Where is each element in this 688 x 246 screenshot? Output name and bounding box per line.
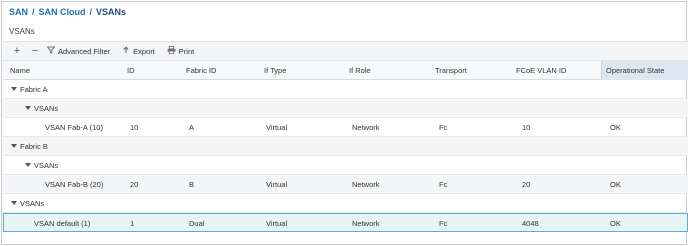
tree-row-vsans[interactable]: VSANs bbox=[3, 194, 688, 213]
cell-id: 1 bbox=[130, 219, 135, 228]
breadcrumb-vsans: VSANs bbox=[96, 7, 127, 17]
toolbar: + − Advanced Filter Export Print bbox=[3, 41, 688, 61]
row-name: VSANs bbox=[34, 161, 59, 170]
row-name: VSANs bbox=[34, 104, 59, 113]
table-row-selected[interactable]: VSAN default (1) 1 Dual Virtual Network … bbox=[3, 213, 688, 232]
advanced-filter-label: Advanced Filter bbox=[58, 46, 111, 56]
cell-id: 10 bbox=[130, 123, 139, 132]
export-label: Export bbox=[133, 46, 155, 56]
section-title: VSANs bbox=[9, 27, 35, 36]
cell-if-type: Virtual bbox=[266, 219, 288, 228]
tree-row-fabric-b[interactable]: Fabric B bbox=[3, 137, 688, 156]
row-name: Fabric B bbox=[20, 142, 48, 151]
column-header-if-type[interactable]: If Type bbox=[264, 61, 344, 80]
plus-icon: + bbox=[13, 44, 21, 57]
breadcrumb: SAN / SAN Cloud / VSANs bbox=[9, 6, 126, 18]
cell-operational-state: OK bbox=[610, 219, 621, 228]
caret-down-icon[interactable] bbox=[11, 87, 17, 92]
cell-operational-state: OK bbox=[610, 123, 621, 132]
cell-name: VSAN Fab-A (10) bbox=[45, 123, 103, 132]
cell-if-role: Network bbox=[352, 180, 380, 189]
cell-fcoe-vlan-id: 20 bbox=[522, 180, 531, 189]
print-label: Print bbox=[178, 46, 195, 56]
advanced-filter-button[interactable]: Advanced Filter bbox=[46, 46, 111, 57]
cell-name: VSAN Fab-B (20) bbox=[45, 180, 104, 189]
export-button[interactable]: Export bbox=[122, 46, 155, 57]
table-row[interactable]: VSAN Fab-A (10) 10 A Virtual Network Fc … bbox=[3, 118, 688, 137]
column-header-name[interactable]: Name bbox=[10, 61, 120, 80]
column-header-fabric-id[interactable]: Fabric ID bbox=[186, 61, 256, 80]
cell-if-type: Virtual bbox=[266, 180, 288, 189]
cell-fcoe-vlan-id: 10 bbox=[522, 123, 531, 132]
cell-transport: Fc bbox=[439, 123, 448, 132]
tree-row-vsans[interactable]: VSANs bbox=[3, 99, 688, 118]
cell-name: VSAN default (1) bbox=[34, 219, 91, 228]
tree-row-vsans[interactable]: VSANs bbox=[3, 156, 688, 175]
column-header-fcoe-vlan-id[interactable]: FCoE VLAN ID bbox=[516, 61, 596, 80]
cell-fabric-id: B bbox=[189, 180, 195, 189]
cell-operational-state: OK bbox=[610, 180, 621, 189]
minus-icon: − bbox=[31, 44, 39, 57]
column-header-if-role[interactable]: If Role bbox=[349, 61, 429, 80]
cell-if-type: Virtual bbox=[266, 123, 288, 132]
vsans-panel: SAN / SAN Cloud / VSANs VSANs + − Advanc… bbox=[1, 1, 688, 245]
caret-down-icon[interactable] bbox=[25, 163, 31, 168]
cell-if-role: Network bbox=[352, 219, 380, 228]
cell-fabric-id: A bbox=[189, 123, 195, 132]
column-header-id[interactable]: ID bbox=[127, 61, 177, 80]
cell-if-role: Network bbox=[352, 123, 380, 132]
remove-button[interactable]: − bbox=[29, 44, 41, 57]
cell-transport: Fc bbox=[439, 180, 448, 189]
tree-row-fabric-a[interactable]: Fabric A bbox=[3, 80, 688, 99]
add-button[interactable]: + bbox=[11, 44, 23, 57]
table-header: Name ID Fabric ID If Type If Role Transp… bbox=[3, 61, 688, 80]
printer-icon bbox=[167, 45, 176, 57]
export-icon bbox=[122, 46, 130, 57]
caret-down-icon[interactable] bbox=[11, 144, 17, 149]
caret-down-icon[interactable] bbox=[11, 201, 17, 206]
cell-id: 20 bbox=[130, 180, 139, 189]
column-header-transport[interactable]: Transport bbox=[435, 61, 505, 80]
breadcrumb-san-cloud[interactable]: SAN Cloud bbox=[39, 7, 86, 17]
cell-transport: Fc bbox=[439, 219, 448, 228]
row-name: VSANs bbox=[20, 199, 45, 208]
row-name: Fabric A bbox=[20, 85, 48, 94]
caret-down-icon[interactable] bbox=[25, 106, 31, 111]
breadcrumb-separator: / bbox=[32, 7, 35, 17]
breadcrumb-san[interactable]: SAN bbox=[9, 7, 28, 17]
cell-fcoe-vlan-id: 4048 bbox=[522, 219, 539, 228]
column-header-operational-state[interactable]: Operational State bbox=[601, 61, 688, 80]
print-button[interactable]: Print bbox=[167, 45, 195, 57]
breadcrumb-separator: / bbox=[89, 7, 93, 17]
vsan-table: Name ID Fabric ID If Type If Role Transp… bbox=[3, 61, 688, 232]
cell-fabric-id: Dual bbox=[189, 219, 205, 228]
filter-icon bbox=[46, 46, 56, 57]
table-row[interactable]: VSAN Fab-B (20) 20 B Virtual Network Fc … bbox=[3, 175, 688, 194]
